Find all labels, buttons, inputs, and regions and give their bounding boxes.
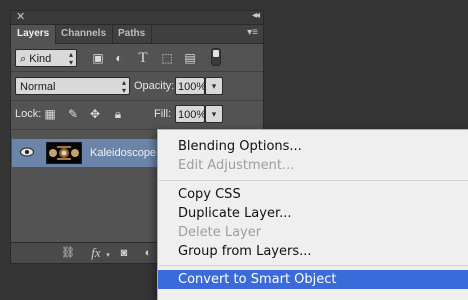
adjustment-filter-icon[interactable]: ◐	[112, 51, 126, 65]
opacity-dropdown-button[interactable]: ▾	[205, 77, 223, 95]
fill-label: Fill:	[154, 108, 172, 120]
layer-name[interactable]: Kaleidoscope	[90, 139, 156, 167]
fx-dropdown-icon[interactable]: ▾	[101, 249, 115, 263]
new-adjustment-layer-icon[interactable]: ◐	[141, 246, 155, 260]
panel-menu-icon[interactable]: ▾≡	[247, 27, 258, 38]
search-icon: ⌕	[20, 53, 27, 65]
divider	[11, 71, 263, 72]
menu-item-edit-adjustment: Edit Adjustment...	[178, 158, 295, 173]
blend-mode-dropdown[interactable]: Normal ▴ ▾	[15, 77, 130, 95]
lock-position-icon[interactable]: ✥	[88, 107, 102, 121]
fill-input[interactable]: 100%	[175, 105, 206, 123]
lock-label: Lock:	[15, 108, 42, 120]
shape-filter-icon[interactable]: ⬚	[160, 51, 174, 65]
add-mask-icon[interactable]: ◙	[117, 246, 131, 260]
layer-thumbnail	[46, 142, 82, 164]
menu-item-convert-to-smart-object[interactable]: Convert to Smart Object	[158, 270, 468, 289]
panel-titlebar: ✕ ◂◂	[11, 10, 263, 25]
fill-dropdown-button[interactable]: ▾	[205, 105, 223, 123]
smart-object-filter-icon[interactable]: ▤	[183, 51, 197, 65]
panel-tabs: Layers Channels Paths ▾≡	[11, 25, 263, 44]
visibility-eye-icon[interactable]	[20, 145, 34, 159]
close-panel-icon[interactable]: ✕	[16, 10, 25, 23]
lock-all-icon[interactable]: 🔒︎	[111, 107, 125, 121]
menu-item-blending-options[interactable]: Blending Options...	[158, 137, 468, 156]
pixel-filter-icon[interactable]: ▣	[91, 51, 105, 65]
tab-paths[interactable]: Paths	[112, 25, 153, 43]
link-layers-icon[interactable]: ⛓︎	[61, 246, 75, 260]
lock-transparent-pixels-icon[interactable]: ▦	[43, 107, 57, 121]
chevron-updown-icon: ▴ ▾	[68, 50, 73, 67]
divider	[11, 100, 263, 101]
opacity-input[interactable]: 100%	[175, 77, 206, 95]
chevron-updown-icon: ▴ ▾	[121, 78, 126, 95]
menu-item-group-from-layers[interactable]: Group from Layers...	[158, 242, 468, 261]
menu-separator	[159, 180, 468, 181]
menu-separator	[159, 265, 468, 266]
menu-item-duplicate-layer[interactable]: Duplicate Layer...	[158, 204, 468, 223]
opacity-label: Opacity:	[134, 80, 175, 92]
type-filter-icon[interactable]: T	[136, 51, 150, 66]
kind-filter-label: Kind	[29, 53, 52, 65]
menu-item-delete-layer: Delete Layer	[178, 225, 262, 240]
toggle-knob-icon	[213, 50, 219, 57]
blend-mode-value: Normal	[20, 81, 56, 93]
collapse-panel-icon[interactable]: ◂◂	[252, 10, 260, 21]
kind-filter-dropdown[interactable]: ⌕ Kind ▴ ▾	[15, 49, 77, 67]
tab-channels[interactable]: Channels	[55, 25, 114, 43]
filter-toggle-switch[interactable]	[211, 48, 221, 66]
lock-image-pixels-icon[interactable]: ✎	[66, 107, 80, 121]
tab-layers[interactable]: Layers	[11, 25, 57, 44]
menu-item-copy-css[interactable]: Copy CSS	[158, 185, 468, 204]
layer-context-menu: Blending Options... Edit Adjustment... C…	[157, 129, 468, 300]
